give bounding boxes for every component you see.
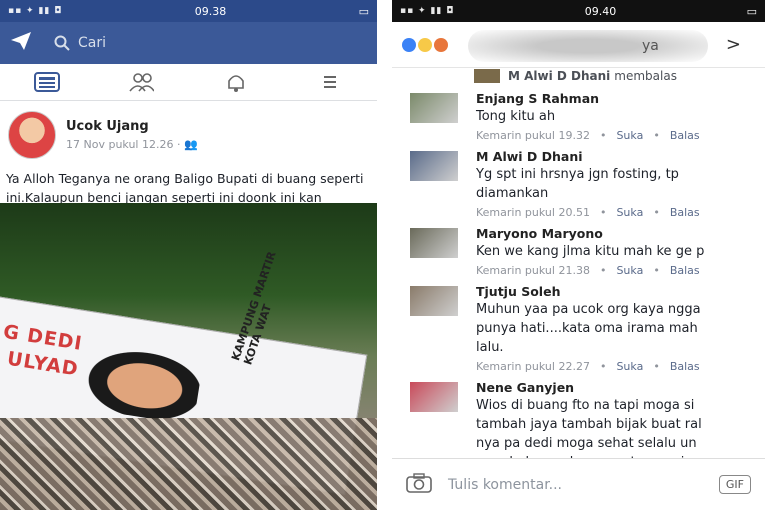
comment-body: Tjutju Soleh Muhun yaa pa ucok org kaya n…: [476, 284, 701, 373]
comment-meta: Kemarin pukul 21.38 • Suka • Balas: [476, 264, 704, 277]
comment-text: Muhun yaa pa ucok org kaya ngga: [476, 302, 701, 317]
comment-item: M Alwi D Dhani Yg spt ini hrsnya jgn fost…: [392, 146, 765, 223]
banner-side-text: KAMPUNG MARTIR KOTA WAT: [229, 249, 279, 367]
reply-name: M Alwi D Dhani: [508, 69, 611, 83]
comment-item: Enjang S Rahman Tong kitu ah Kemarin pukul…: [392, 88, 765, 146]
news-feed-icon[interactable]: [34, 72, 61, 92]
blurred-name: [468, 30, 708, 62]
reactions[interactable]: [402, 37, 448, 52]
comment-body: M Alwi D Dhani Yg spt ini hrsnya jgn fost…: [476, 149, 700, 219]
status-time: 09.38: [194, 4, 227, 18]
comment-text: nya pa dedi moga sehat selalu un: [476, 436, 697, 451]
reply-action: membalas: [614, 69, 677, 83]
reply-button[interactable]: Balas: [670, 206, 700, 219]
banner-portrait: [74, 337, 205, 426]
separator-dot: •: [599, 264, 607, 277]
search-bar[interactable]: Cari: [54, 35, 106, 51]
separator-dot: •: [653, 360, 660, 373]
separator-dot: •: [599, 360, 607, 373]
status-bar: ▪▪ ✦ ▮▮ ◘ 09.40 ▭: [392, 0, 765, 22]
app-header: Cari: [0, 22, 377, 64]
like-reaction-icon: [402, 37, 416, 52]
commenter-avatar[interactable]: [410, 228, 458, 258]
comment-text: diamankan: [476, 186, 549, 201]
comment-text: Yg spt ini hrsnya jgn fosting, tp: [476, 167, 679, 182]
separator-dot: •: [653, 129, 660, 142]
comment-text: Ken we kang jlma kitu mah ke ge p: [476, 244, 705, 259]
commenter-avatar[interactable]: [410, 93, 458, 123]
commenter-avatar[interactable]: [410, 382, 458, 412]
reply-avatar-icon: [474, 69, 500, 83]
commenter-name[interactable]: Tjutju Soleh: [476, 284, 701, 299]
status-bar: ▪▪ ✦ ▮▮ ◘ 09.38 ▭: [0, 0, 377, 22]
comment-composer: Tulis komentar... GIF: [392, 458, 765, 510]
gif-button[interactable]: GIF: [718, 475, 751, 494]
header-title: ya: [642, 38, 659, 54]
comment-time: Kemarin pukul 22.27: [476, 360, 590, 373]
comment-body: Maryono Maryono Ken we kang jlma kitu mah…: [476, 226, 704, 277]
commenter-name[interactable]: M Alwi D Dhani: [476, 149, 700, 164]
comment-body: Enjang S Rahman Tong kitu ah Kemarin pukul…: [476, 91, 700, 142]
reply-button[interactable]: Balas: [670, 360, 700, 373]
reply-indicator[interactable]: M Alwi D Dhani membalas: [392, 68, 765, 84]
status-icons: ▪▪ ✦ ▮▮ ◘: [8, 6, 63, 16]
comment-item: Tjutju Soleh Muhun yaa pa ucok org kaya n…: [392, 281, 765, 377]
like-button[interactable]: Suka: [616, 129, 643, 142]
commenter-name[interactable]: Enjang S Rahman: [476, 91, 700, 106]
comment-time: Kemarin pukul 19.32: [476, 129, 590, 142]
comment-input[interactable]: Tulis komentar...: [448, 477, 719, 493]
left-screenshot: ▪▪ ✦ ▮▮ ◘ 09.38 ▭ Cari Ucok Ujang 17 Nov…: [0, 0, 377, 510]
search-input[interactable]: Cari: [78, 35, 106, 51]
messenger-icon[interactable]: [10, 31, 32, 55]
comments-header[interactable]: ya >: [392, 22, 765, 68]
comment-time: Kemarin pukul 21.38: [476, 264, 590, 277]
comment-text: lalu.: [476, 340, 504, 355]
commenter-name[interactable]: Nene Ganyjen: [476, 380, 702, 395]
post-photo[interactable]: G DEDI ULYAD KAMPUNG MARTIR KOTA WAT: [0, 203, 377, 510]
angry-reaction-icon: [434, 37, 448, 52]
friends-icon[interactable]: [128, 72, 155, 92]
chevron-right-icon[interactable]: >: [726, 34, 741, 55]
menu-icon[interactable]: [317, 72, 343, 92]
garbage-pile: [0, 418, 377, 510]
comment-item: Maryono Maryono Ken we kang jlma kitu mah…: [392, 223, 765, 281]
nav-bar: [0, 64, 377, 101]
separator-dot: •: [653, 206, 660, 219]
comment-text: Wios di buang fto na tapi moga si: [476, 398, 695, 413]
commenter-name[interactable]: Maryono Maryono: [476, 226, 704, 241]
comment-meta: Kemarin pukul 20.51 • Suka • Balas: [476, 206, 700, 219]
reply-button[interactable]: Balas: [670, 129, 700, 142]
comment-meta: Kemarin pukul 22.27 • Suka • Balas: [476, 360, 701, 373]
comment-list: Enjang S Rahman Tong kitu ah Kemarin pukul…: [392, 84, 765, 492]
avatar[interactable]: [8, 111, 56, 159]
separator-dot: •: [653, 264, 660, 277]
separator-dot: •: [599, 129, 607, 142]
right-screenshot: ▪▪ ✦ ▮▮ ◘ 09.40 ▭ ya > M Alwi D Dhani me…: [392, 0, 765, 510]
comment-text: punya hati....kata oma irama mah: [476, 321, 698, 336]
status-time: 09.40: [584, 4, 617, 18]
camera-icon[interactable]: [406, 472, 432, 497]
comment-meta: Kemarin pukul 19.32 • Suka • Balas: [476, 129, 700, 142]
wow-reaction-icon: [418, 37, 432, 52]
commenter-avatar[interactable]: [410, 286, 458, 316]
post-header: Ucok Ujang 17 Nov pukul 12.26 · 👥: [0, 101, 377, 163]
battery-icon: ▭: [358, 4, 369, 18]
comment-time: Kemarin pukul 20.51: [476, 206, 590, 219]
battery-icon: ▭: [746, 4, 757, 18]
commenter-avatar[interactable]: [410, 151, 458, 181]
status-icons: ▪▪ ✦ ▮▮ ◘: [400, 6, 455, 16]
post-timestamp[interactable]: 17 Nov pukul 12.26 · 👥: [66, 138, 198, 151]
comment-text: Tong kitu ah: [476, 109, 556, 124]
comment-text: tambah jaya tambah bijak buat ral: [476, 417, 702, 432]
like-button[interactable]: Suka: [616, 360, 643, 373]
like-button[interactable]: Suka: [616, 264, 643, 277]
post-author[interactable]: Ucok Ujang: [66, 119, 198, 134]
search-icon: [54, 35, 70, 51]
separator-dot: •: [599, 206, 607, 219]
notifications-icon[interactable]: [223, 72, 249, 92]
reply-button[interactable]: Balas: [670, 264, 700, 277]
like-button[interactable]: Suka: [616, 206, 643, 219]
